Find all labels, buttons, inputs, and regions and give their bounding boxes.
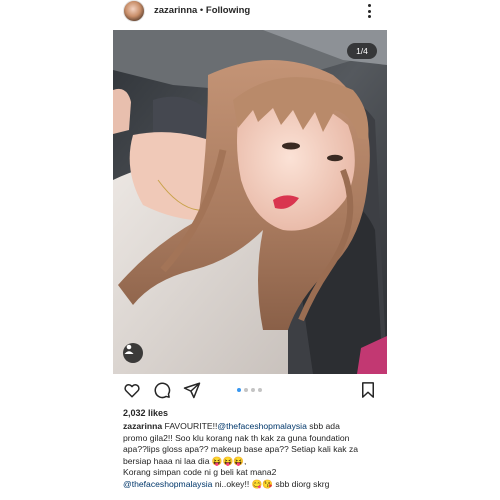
action-bar [113, 378, 387, 402]
caption-username[interactable]: zazarinna [123, 421, 162, 431]
following-button[interactable]: Following [206, 5, 250, 16]
instagram-post: zazarinna • Following 1/4 2,032 likes za… [113, 0, 387, 500]
caption-text: sbb ada [306, 421, 340, 431]
tagged-people-icon[interactable] [123, 343, 143, 363]
profile-avatar[interactable] [123, 0, 145, 22]
post-photo[interactable]: 1/4 [113, 30, 387, 374]
carousel-dot [244, 388, 248, 392]
carousel-dot [251, 388, 255, 392]
caption-line-5: Korang simpan code ni g beli kat mana2 [123, 467, 277, 478]
caption-line-1: zazarinna FAVOURITE!!@thefaceshopmalaysi… [123, 421, 387, 433]
separator-dot: • [197, 5, 206, 16]
carousel-counter: 1/4 [347, 43, 377, 59]
selfie-illustration [113, 30, 387, 374]
more-options-icon[interactable] [365, 3, 373, 19]
share-paper-plane-icon[interactable] [183, 381, 201, 399]
caption-mention[interactable]: @thefaceshopmalaysia [123, 479, 212, 489]
like-heart-icon[interactable] [123, 381, 141, 399]
caption-line-2: promo gila2!! Soo klu korang nak th kak … [123, 432, 350, 443]
caption-text: ni..okey!! 😋😘 sbb diorg skrg [212, 478, 330, 489]
comment-icon[interactable] [153, 381, 171, 399]
save-bookmark-icon[interactable] [359, 381, 377, 399]
carousel-dot [258, 388, 262, 392]
likes-count[interactable]: 2,032 likes [123, 408, 168, 418]
caption-line-4: bersiap haaa ni laa dia 😝😝😝, [123, 455, 247, 466]
post-caption: zazarinna FAVOURITE!!@thefaceshopmalaysi… [123, 421, 387, 491]
carousel-indicator [237, 388, 262, 392]
post-header-text: zazarinna • Following [154, 5, 250, 16]
caption-line-3: apa??lips gloss apa?? makeup base apa?? … [123, 444, 359, 455]
caption-mention[interactable]: @thefaceshopmalaysia [217, 421, 306, 431]
carousel-dot-active [237, 388, 241, 392]
caption-line-6: @thefaceshopmalaysia ni..okey!! 😋😘 sbb d… [123, 479, 387, 491]
username-link[interactable]: zazarinna [154, 5, 197, 16]
post-header: zazarinna • Following [113, 0, 387, 24]
caption-text: FAVOURITE!! [162, 421, 218, 431]
